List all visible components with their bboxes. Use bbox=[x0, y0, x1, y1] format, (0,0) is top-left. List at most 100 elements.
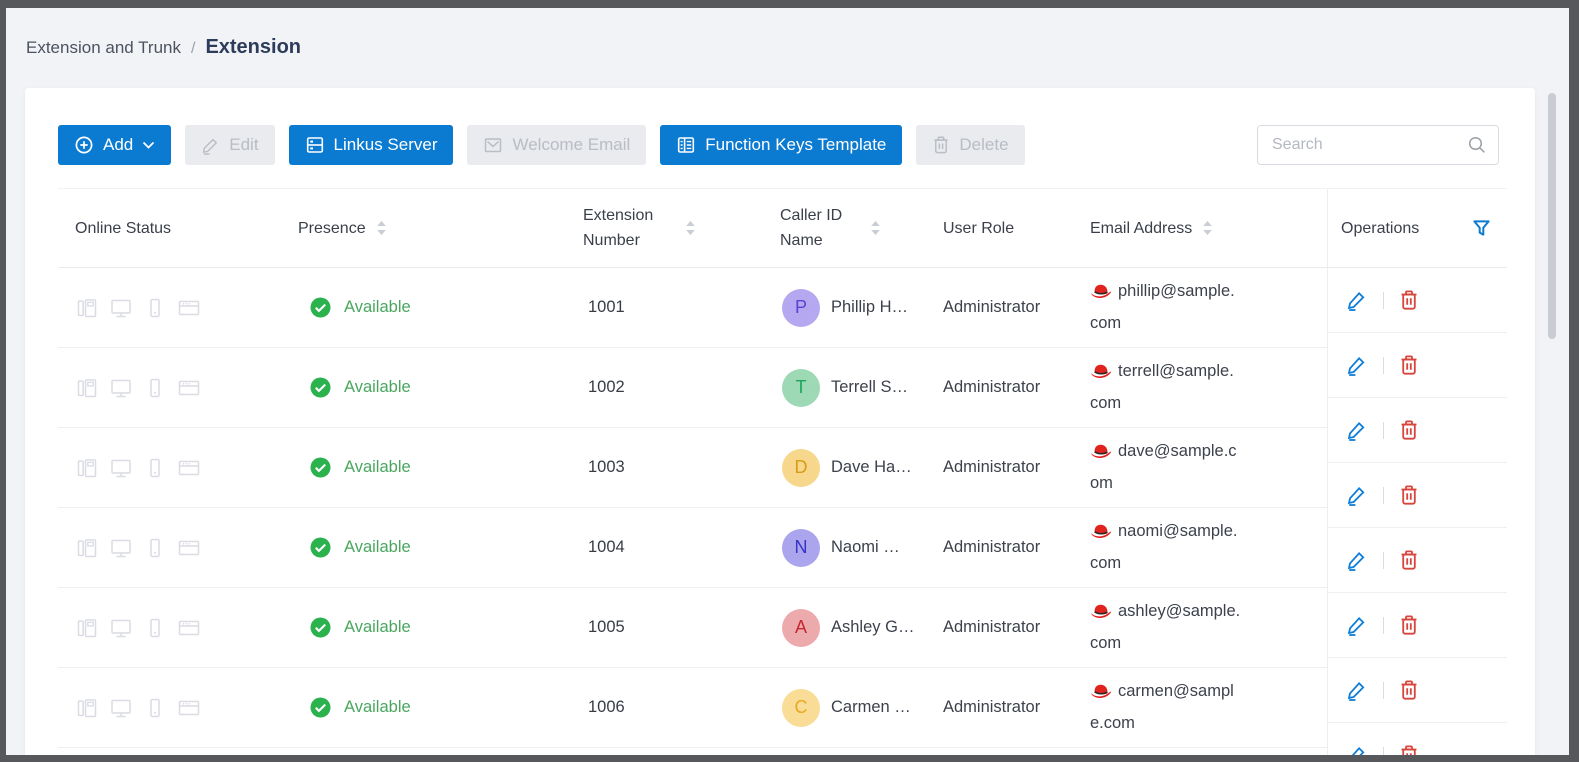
table-header: Online Status Presence Extension Number … bbox=[58, 188, 1507, 268]
caller-avatar: T bbox=[782, 369, 820, 407]
edit-icon[interactable] bbox=[1346, 679, 1368, 701]
email-address: phillip@sample. com bbox=[1090, 277, 1315, 338]
caller-id-name: Ashley G… bbox=[831, 618, 914, 637]
edit-icon[interactable] bbox=[1346, 289, 1368, 311]
desk-phone-icon bbox=[75, 616, 99, 640]
operations-divider bbox=[1383, 747, 1384, 759]
web-client-icon bbox=[177, 536, 201, 560]
edit-icon[interactable] bbox=[1346, 419, 1368, 441]
column-header-online-status: Online Status bbox=[58, 189, 298, 267]
edit-icon[interactable] bbox=[1346, 484, 1368, 506]
delete-icon[interactable] bbox=[1399, 549, 1419, 571]
delete-icon[interactable] bbox=[1399, 289, 1419, 311]
operations-row bbox=[1328, 658, 1507, 723]
table-row[interactable]: Available 1006 C Carmen … Administrator … bbox=[58, 668, 1507, 748]
extension-number: 1001 bbox=[588, 298, 625, 317]
desktop-icon bbox=[109, 536, 133, 560]
presence-label: Available bbox=[344, 618, 411, 637]
desk-phone-icon bbox=[75, 296, 99, 320]
delete-button[interactable]: Delete bbox=[916, 125, 1024, 165]
user-role: Administrator bbox=[943, 378, 1040, 397]
linkus-server-button[interactable]: Linkus Server bbox=[289, 125, 454, 165]
caller-id-name: Terrell S… bbox=[831, 378, 908, 397]
desktop-icon bbox=[109, 696, 133, 720]
red-hat-icon bbox=[1090, 360, 1112, 389]
table-row[interactable]: Available 1002 T Terrell S… Administrato… bbox=[58, 348, 1507, 428]
table-row[interactable]: Available 1003 D Dave Ha… Administrator … bbox=[58, 428, 1507, 508]
table-body: Available 1001 P Phillip H… Administrato… bbox=[58, 268, 1507, 748]
column-header-email-address[interactable]: Email Address bbox=[1090, 189, 1327, 267]
online-status-cell bbox=[75, 616, 201, 640]
desk-phone-icon bbox=[75, 696, 99, 720]
web-client-icon bbox=[177, 616, 201, 640]
mobile-icon bbox=[143, 536, 167, 560]
caller-avatar: A bbox=[782, 609, 820, 647]
sort-icon[interactable] bbox=[870, 220, 881, 236]
presence-available-icon bbox=[310, 537, 331, 558]
mobile-icon bbox=[143, 456, 167, 480]
online-status-cell bbox=[75, 296, 201, 320]
column-header-presence[interactable]: Presence bbox=[298, 189, 583, 267]
operations-divider bbox=[1383, 682, 1384, 699]
caller-id-name: Phillip H… bbox=[831, 298, 908, 317]
presence-available-icon bbox=[310, 697, 331, 718]
web-client-icon bbox=[177, 376, 201, 400]
caller-avatar: C bbox=[782, 689, 820, 727]
mobile-icon bbox=[143, 296, 167, 320]
sort-icon[interactable] bbox=[1202, 220, 1213, 236]
online-status-cell bbox=[75, 696, 201, 720]
presence-available-icon bbox=[310, 377, 331, 398]
presence-available-icon bbox=[310, 617, 331, 638]
email-address: naomi@sample. com bbox=[1090, 517, 1315, 578]
email-address: carmen@sampl e.com bbox=[1090, 677, 1315, 738]
function-keys-template-button[interactable]: Function Keys Template bbox=[660, 125, 902, 165]
edit-icon[interactable] bbox=[1346, 549, 1368, 571]
breadcrumb-section[interactable]: Extension and Trunk bbox=[26, 38, 181, 58]
column-header-extension-number[interactable]: Extension Number bbox=[583, 189, 780, 267]
filter-icon[interactable] bbox=[1472, 219, 1491, 238]
extension-number: 1005 bbox=[588, 618, 625, 637]
edit-icon[interactable] bbox=[1346, 744, 1368, 758]
vertical-scrollbar-thumb[interactable] bbox=[1548, 93, 1556, 339]
operations-row bbox=[1328, 723, 1507, 758]
delete-icon[interactable] bbox=[1399, 614, 1419, 636]
desk-phone-icon bbox=[75, 456, 99, 480]
sort-icon[interactable] bbox=[376, 220, 387, 236]
desktop-icon bbox=[109, 616, 133, 640]
extension-number: 1002 bbox=[588, 378, 625, 397]
presence-available-icon bbox=[310, 457, 331, 478]
table-row[interactable]: Available 1005 A Ashley G… Administrator… bbox=[58, 588, 1507, 668]
operations-row bbox=[1328, 463, 1507, 528]
delete-icon[interactable] bbox=[1399, 744, 1419, 758]
extension-page: Extension and Trunk / Extension Add bbox=[6, 8, 1569, 755]
red-hat-icon bbox=[1090, 520, 1112, 549]
user-role: Administrator bbox=[943, 538, 1040, 557]
operations-divider bbox=[1383, 552, 1384, 569]
edit-button[interactable]: Edit bbox=[185, 125, 274, 165]
sort-icon[interactable] bbox=[685, 220, 696, 236]
add-button[interactable]: Add bbox=[58, 125, 171, 165]
delete-icon[interactable] bbox=[1399, 679, 1419, 701]
operations-divider bbox=[1383, 292, 1384, 309]
table-row[interactable]: Available 1001 P Phillip H… Administrato… bbox=[58, 268, 1507, 348]
edit-icon[interactable] bbox=[1346, 614, 1368, 636]
delete-icon[interactable] bbox=[1399, 484, 1419, 506]
operations-row bbox=[1328, 268, 1507, 333]
edit-icon[interactable] bbox=[1346, 354, 1368, 376]
search-box bbox=[1257, 125, 1499, 165]
extension-table: Online Status Presence Extension Number … bbox=[58, 188, 1507, 762]
welcome-email-button[interactable]: Welcome Email bbox=[467, 125, 646, 165]
delete-icon[interactable] bbox=[1399, 354, 1419, 376]
plus-circle-icon bbox=[74, 135, 94, 155]
user-role: Administrator bbox=[943, 618, 1040, 637]
table-row[interactable]: Available 1004 N Naomi … Administrator n… bbox=[58, 508, 1507, 588]
column-header-caller-id-name[interactable]: Caller ID Name bbox=[780, 189, 943, 267]
search-input[interactable] bbox=[1257, 125, 1499, 165]
extension-number: 1006 bbox=[588, 698, 625, 717]
desk-phone-icon bbox=[75, 536, 99, 560]
presence-label: Available bbox=[344, 698, 411, 717]
operations-divider bbox=[1383, 357, 1384, 374]
online-status-cell bbox=[75, 456, 201, 480]
caller-avatar: D bbox=[782, 449, 820, 487]
delete-icon[interactable] bbox=[1399, 419, 1419, 441]
